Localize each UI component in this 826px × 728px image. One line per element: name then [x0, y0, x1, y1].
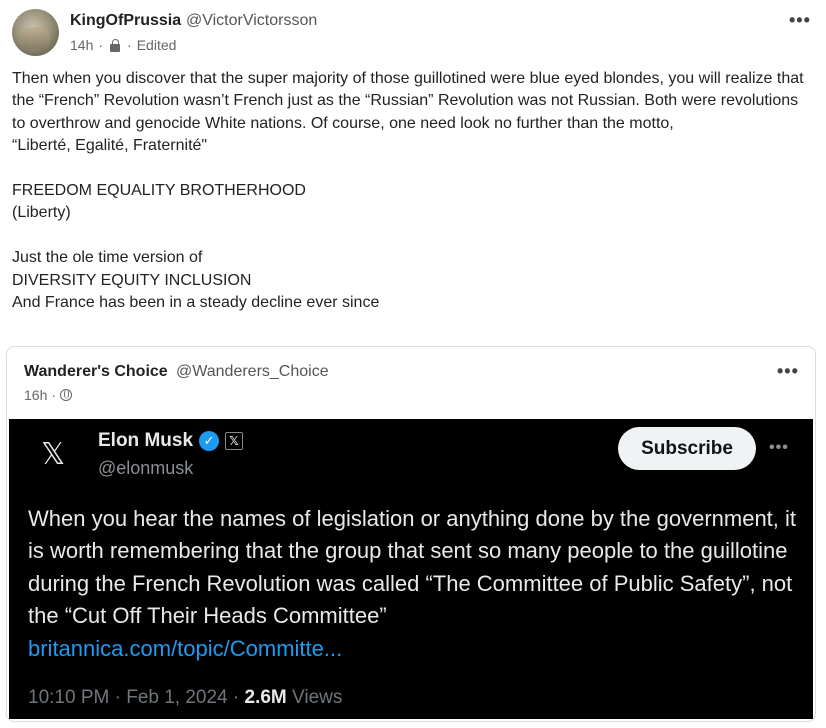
- quoted-post-time[interactable]: 16h: [24, 387, 47, 403]
- quoted-author-name[interactable]: Wanderer's Choice: [24, 363, 168, 381]
- quoted-post[interactable]: Wanderer's Choice @Wanderers_Choice 16h …: [6, 346, 816, 722]
- tweet-timestamp: 10:10 PM · Feb 1, 2024 ·: [28, 687, 245, 708]
- post-text: Then when you discover that the super ma…: [12, 70, 804, 312]
- screenshot-tweet-text: When you hear the names of legislation o…: [28, 503, 798, 665]
- screenshot-author-name: Elon Musk ✓ 𝕏: [98, 430, 244, 452]
- x-affiliate-badge-icon: 𝕏: [225, 432, 244, 450]
- screenshot-timestamp: 10:10 PM · Feb 1, 2024 · 2.6M Views: [28, 687, 342, 709]
- screenshot-author-name-text: Elon Musk: [98, 430, 194, 451]
- separator-dot: ·: [98, 37, 104, 53]
- author-name[interactable]: KingOfPrussia: [70, 12, 181, 30]
- quoted-more-options-icon[interactable]: •••: [777, 361, 799, 382]
- tweet-body: When you hear the names of legislation o…: [28, 506, 797, 629]
- edited-label[interactable]: Edited: [137, 37, 177, 53]
- more-options-icon[interactable]: •••: [789, 10, 811, 31]
- post-meta: 14h · · Edited: [70, 37, 176, 53]
- avatar[interactable]: [12, 9, 59, 56]
- tweet-views-count: 2.6M: [244, 687, 287, 708]
- embedded-screenshot[interactable]: 𝕏 Elon Musk ✓ 𝕏 @elonmusk Subscribe ••• …: [9, 419, 813, 719]
- globe-icon: [60, 389, 73, 401]
- author-handle[interactable]: @VictorVictorsson: [186, 12, 317, 30]
- subscribe-button: Subscribe: [618, 427, 756, 470]
- separator-dot: ·: [51, 387, 57, 403]
- post-time[interactable]: 14h: [70, 37, 93, 53]
- separator-dot: ·: [127, 37, 132, 53]
- lock-icon: [108, 38, 122, 52]
- tweet-views-label: Views: [286, 687, 343, 708]
- verified-badge-icon: ✓: [199, 431, 220, 451]
- screenshot-author-handle: @elonmusk: [98, 458, 194, 478]
- screenshot-more-icon: •••: [769, 439, 789, 456]
- quoted-author-handle[interactable]: @Wanderers_Choice: [176, 363, 329, 381]
- quoted-post-meta: 16h ·: [24, 387, 73, 403]
- tweet-link: britannica.com/topic/Committe...: [28, 635, 343, 661]
- x-logo-icon: 𝕏: [41, 437, 66, 472]
